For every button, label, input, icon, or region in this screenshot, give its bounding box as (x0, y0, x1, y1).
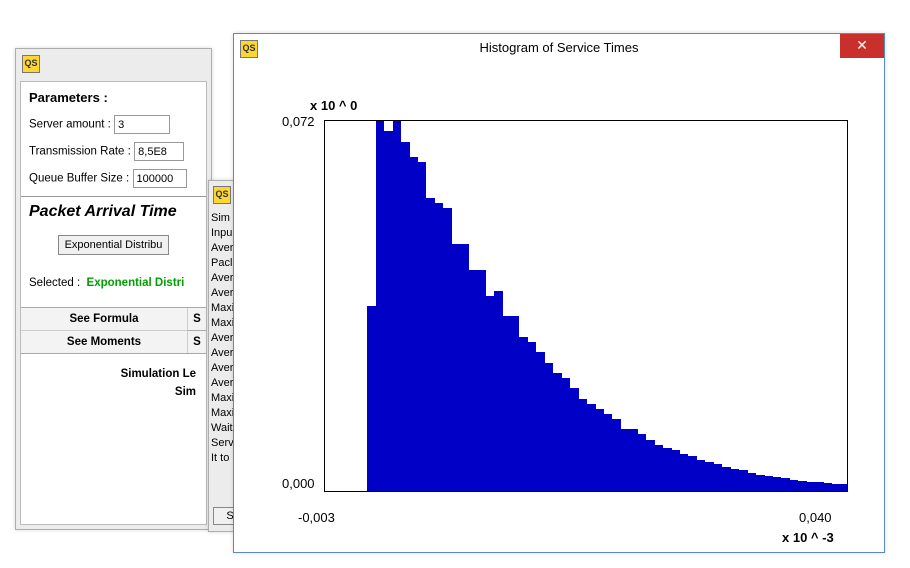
histogram-window: QS Histogram of Service Times ✕ x 10 ^ 0… (233, 33, 885, 553)
histogram-bar (401, 142, 409, 491)
simulation-length-label: Simulation Le (29, 368, 196, 380)
packet-arrival-title: Packet Arrival Time (29, 203, 198, 221)
histogram-bar (646, 440, 654, 491)
app-icon: QS (22, 55, 40, 73)
histogram-bar (748, 473, 756, 492)
histogram-bar (570, 388, 578, 491)
selected-label: Selected : (29, 277, 80, 289)
server-amount-input[interactable] (114, 115, 170, 134)
divider (21, 196, 206, 197)
histogram-bar (688, 456, 696, 491)
histogram-bar (596, 409, 604, 491)
histogram-bar (367, 306, 375, 491)
histogram-bar (773, 477, 781, 491)
histogram-bar (511, 316, 519, 491)
queue-buffer-input[interactable] (133, 169, 187, 188)
s-button-top[interactable]: S (188, 308, 206, 331)
close-icon: ✕ (856, 37, 868, 53)
histogram-bar (562, 378, 570, 491)
histogram-bar (680, 454, 688, 491)
histogram-bar (672, 450, 680, 491)
histogram-bar (452, 244, 460, 491)
x-axis-max: 0,040 (799, 510, 832, 525)
histogram-bar (612, 419, 620, 491)
plot-area: x 10 ^ 0 0,072 0,000 -0,003 0,040 x 10 ^… (234, 62, 884, 552)
histogram-bar (376, 121, 384, 491)
histogram-bar (722, 467, 730, 491)
histogram-bar (579, 399, 587, 492)
window-title: Histogram of Service Times (234, 34, 884, 62)
y-scale-hint: x 10 ^ 0 (310, 98, 357, 113)
simulation-label: Sim (29, 386, 196, 398)
histogram-bar (536, 352, 544, 491)
distribution-button[interactable]: Exponential Distribu (58, 235, 170, 255)
histogram-bar (503, 316, 511, 491)
parameters-window: QS Parameters : Server amount : Transmis… (15, 48, 212, 530)
transmission-rate-label: Transmission Rate : (29, 146, 131, 158)
see-formula-button[interactable]: See Formula (21, 308, 188, 331)
histogram-bar (765, 476, 773, 491)
s-button-bottom[interactable]: S (188, 331, 206, 353)
histogram-bar (629, 429, 637, 491)
histogram-bar (705, 462, 713, 491)
histogram-bar (384, 131, 392, 491)
histogram-bar (714, 464, 722, 491)
histogram-bar (443, 208, 451, 491)
button-grid: See Formula S See Moments S (21, 307, 206, 354)
histogram-bar (435, 203, 443, 491)
chart-box (324, 120, 848, 492)
y-axis-min: 0,000 (282, 476, 315, 491)
selected-value: Exponential Distri (87, 277, 185, 289)
transmission-rate-input[interactable] (134, 142, 184, 161)
histogram-bar (655, 445, 663, 491)
title-bar[interactable]: QS Histogram of Service Times ✕ (234, 34, 884, 63)
histogram-bar (410, 157, 418, 491)
histogram-bar (418, 162, 426, 491)
histogram-bar (638, 434, 646, 491)
histogram-bar (790, 480, 798, 491)
histogram-bar (731, 469, 739, 491)
histogram-bar (739, 470, 747, 491)
histogram-bar (426, 198, 434, 491)
histogram-bar (756, 475, 764, 491)
close-button[interactable]: ✕ (840, 34, 884, 58)
histogram-bar (621, 429, 629, 491)
histogram-bar (832, 484, 840, 491)
histogram-bar (781, 478, 789, 491)
histogram-bar (587, 404, 595, 491)
histogram-bar (841, 484, 848, 491)
histogram-bar (604, 414, 612, 491)
see-moments-button[interactable]: See Moments (21, 331, 188, 353)
queue-buffer-label: Queue Buffer Size : (29, 173, 129, 185)
histogram-bar (824, 483, 832, 491)
histogram-bar (697, 460, 705, 491)
parameters-title: Parameters : (29, 90, 198, 105)
histogram-bar (798, 481, 806, 491)
histogram-bar (545, 363, 553, 491)
histogram-bar (528, 342, 536, 491)
histogram-bar (486, 296, 494, 491)
app-icon: QS (213, 186, 231, 204)
histogram-bar (553, 373, 561, 491)
histogram-bar (469, 270, 477, 491)
x-scale-hint: x 10 ^ -3 (782, 530, 834, 545)
histogram-bar (460, 244, 468, 491)
server-amount-label: Server amount : (29, 119, 111, 131)
histogram-bars (325, 121, 847, 491)
histogram-bar (477, 270, 485, 491)
y-axis-max: 0,072 (282, 114, 315, 129)
parameters-panel: Parameters : Server amount : Transmissio… (20, 81, 207, 525)
histogram-bar (663, 448, 671, 491)
histogram-bar (815, 482, 823, 491)
histogram-bar (494, 291, 502, 491)
histogram-bar (393, 121, 401, 491)
histogram-bar (519, 337, 527, 491)
histogram-bar (807, 482, 815, 491)
x-axis-min: -0,003 (298, 510, 335, 525)
